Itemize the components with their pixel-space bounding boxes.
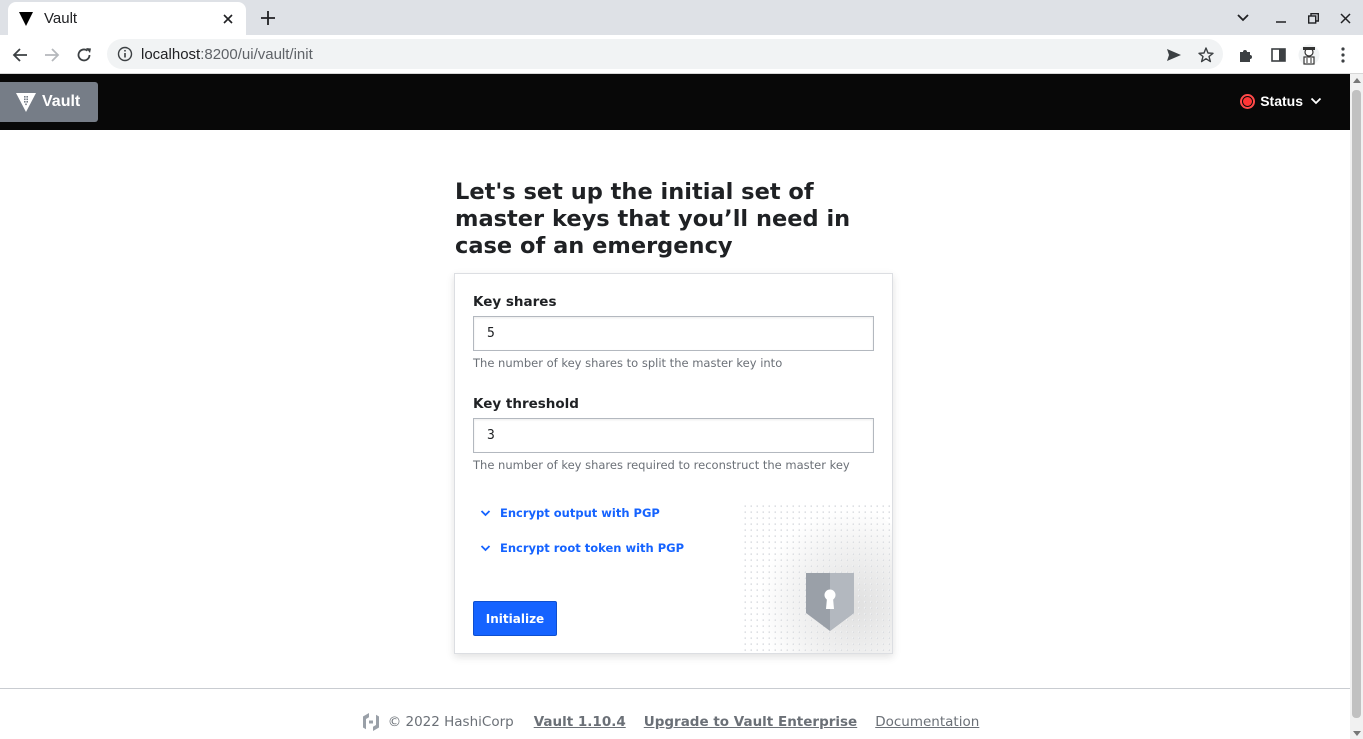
reload-icon[interactable] [70, 41, 98, 69]
tab-search-icon[interactable] [1230, 6, 1256, 30]
back-icon[interactable] [6, 41, 34, 69]
chevron-down-icon [1310, 97, 1322, 105]
browser-tab[interactable]: Vault [8, 2, 246, 35]
scroll-up-arrow-icon[interactable] [1353, 78, 1361, 83]
bookmark-star-icon[interactable] [1193, 42, 1219, 68]
upgrade-enterprise-link[interactable]: Upgrade to Vault Enterprise [644, 714, 857, 730]
profile-avatar-icon[interactable] [1296, 42, 1322, 68]
url-text: localhost:8200/ui/vault/init [141, 45, 313, 63]
key-shares-label: Key shares [473, 294, 557, 310]
status-label: Status [1260, 93, 1303, 109]
restore-icon[interactable] [1300, 6, 1326, 30]
vault-favicon-icon [18, 11, 34, 27]
new-tab-icon[interactable] [256, 6, 280, 30]
extensions-icon[interactable] [1233, 42, 1259, 68]
encrypt-root-token-pgp-label: Encrypt root token with PGP [500, 541, 685, 555]
page-footer: © 2022 HashiCorp Vault 1.10.4 Upgrade to… [0, 712, 1350, 732]
footer-divider [0, 688, 1350, 689]
encrypt-output-pgp-label: Encrypt output with PGP [500, 506, 660, 520]
minimize-icon[interactable] [1268, 6, 1294, 30]
site-info-icon[interactable] [117, 46, 133, 62]
status-indicator-icon [1240, 93, 1256, 109]
encrypt-root-token-pgp-toggle[interactable]: Encrypt root token with PGP [480, 541, 684, 555]
documentation-link[interactable]: Documentation [875, 714, 979, 730]
initialize-button[interactable]: Initialize [473, 601, 557, 636]
hashicorp-logo-icon [362, 713, 379, 731]
key-shares-help: The number of key shares to split the ma… [473, 356, 783, 370]
browser-menu-icon[interactable] [1330, 42, 1356, 68]
forward-icon[interactable] [38, 41, 66, 69]
home-link[interactable]: Vault [0, 82, 98, 122]
encrypt-output-pgp-toggle[interactable]: Encrypt output with PGP [480, 506, 660, 520]
key-threshold-help: The number of key shares required to rec… [473, 458, 850, 472]
init-form-card: Key shares 5 The number of key shares to… [454, 273, 893, 654]
window-close-icon[interactable] [1332, 6, 1358, 30]
brand-name: Vault [42, 93, 81, 110]
copyright-text: © 2022 HashiCorp [387, 714, 514, 730]
scrollbar-thumb[interactable] [1352, 90, 1361, 718]
browser-toolbar: localhost:8200/ui/vault/init [0, 35, 1363, 74]
page-title: Let's set up the initial set of master k… [455, 179, 851, 259]
tab-close-icon[interactable] [220, 11, 236, 27]
key-threshold-input[interactable]: 3 [473, 418, 874, 453]
vault-logo-icon [16, 93, 36, 112]
chevron-down-icon [480, 509, 491, 516]
shield-keyhole-illustration [742, 503, 892, 653]
browser-tab-bar: Vault [0, 0, 1363, 35]
scroll-down-arrow-icon[interactable] [1353, 731, 1361, 736]
key-shares-input[interactable]: 5 [473, 316, 874, 351]
key-threshold-label: Key threshold [473, 396, 579, 412]
status-menu[interactable]: Status [1240, 93, 1322, 109]
tab-title: Vault [44, 10, 78, 27]
app-header: Vault Status [0, 74, 1350, 130]
chevron-down-icon [480, 544, 491, 551]
send-tab-icon[interactable] [1161, 42, 1187, 68]
side-panel-icon[interactable] [1265, 42, 1291, 68]
address-bar[interactable]: localhost:8200/ui/vault/init [107, 39, 1223, 69]
page-scrollbar[interactable] [1350, 74, 1363, 739]
vault-version-link[interactable]: Vault 1.10.4 [534, 714, 626, 730]
